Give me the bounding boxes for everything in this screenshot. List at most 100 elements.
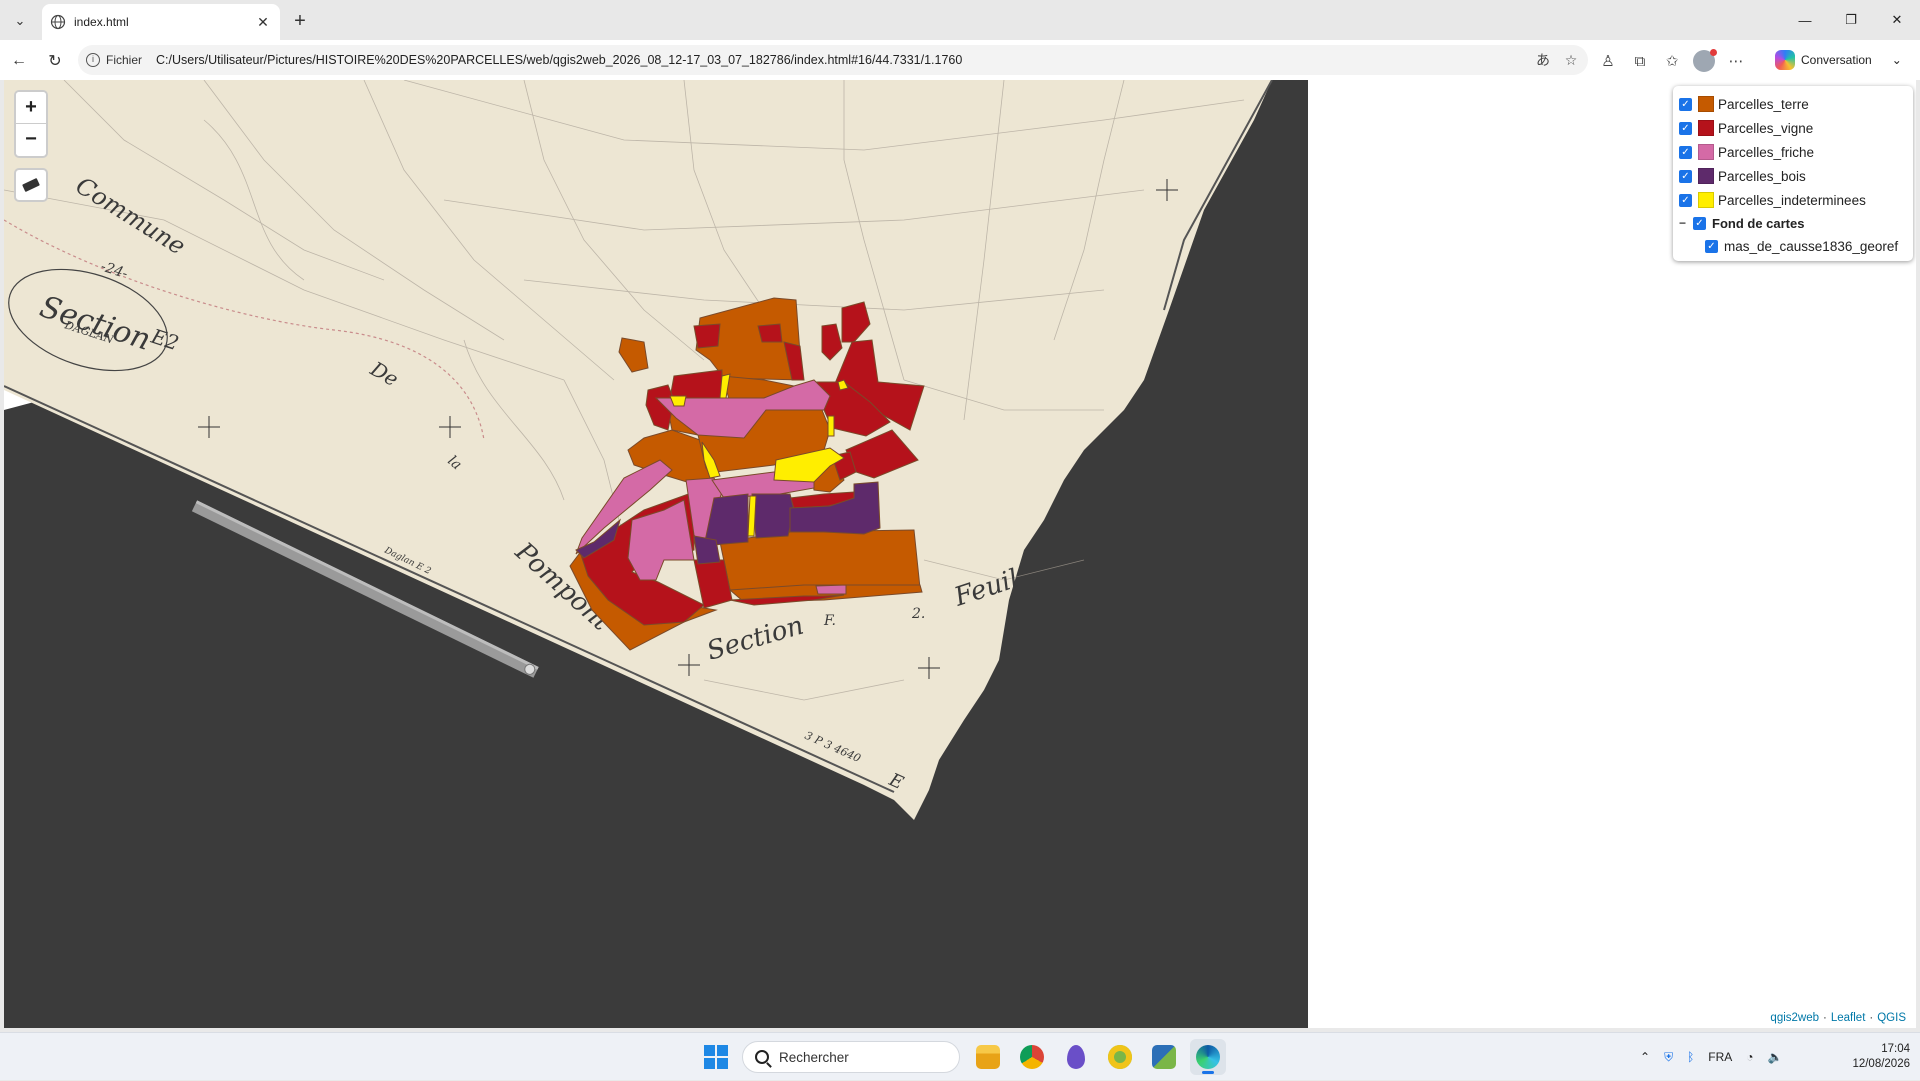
layer-group-row[interactable]: − ✓ Fond de cartes xyxy=(1679,212,1907,234)
parcel-vigne[interactable] xyxy=(693,323,721,349)
translate-icon[interactable]: あ xyxy=(1532,50,1554,70)
zoom-control: + − xyxy=(14,90,48,158)
reload-icon[interactable]: ↻ xyxy=(42,48,68,74)
layer-row[interactable]: ✓ Parcelles_vigne xyxy=(1679,116,1907,140)
copilot-label: Conversation xyxy=(1801,53,1872,67)
parcel-bois[interactable] xyxy=(751,493,795,539)
address-bar[interactable]: i Fichier C:/Users/Utilisateur/Pictures/… xyxy=(78,45,1588,75)
taskbar-search[interactable]: Rechercher xyxy=(742,1041,960,1073)
extension-icon[interactable]: ♙ xyxy=(1595,48,1621,74)
attribution-separator: · xyxy=(1823,1012,1827,1024)
map-attribution: qgis2web · Leaflet · QGIS xyxy=(1764,1010,1912,1028)
collapse-toggle-icon[interactable]: − xyxy=(1679,216,1691,230)
restore-icon[interactable]: ❐ xyxy=(1828,0,1874,40)
layer-name: Parcelles_indeterminees xyxy=(1718,192,1866,208)
chrome-icon xyxy=(1020,1045,1044,1069)
layer-swatch xyxy=(1698,120,1714,136)
layer-swatch xyxy=(1698,192,1714,208)
app-purple[interactable] xyxy=(1058,1039,1094,1075)
close-tab-icon[interactable]: ✕ xyxy=(254,14,272,31)
favorite-star-icon[interactable]: ☆ xyxy=(1560,52,1582,69)
info-icon[interactable]: i xyxy=(86,53,100,67)
layer-checkbox[interactable]: ✓ xyxy=(1679,145,1692,159)
favorites-icon[interactable]: ✩ xyxy=(1659,48,1685,74)
volume-icon[interactable]: 🔈 xyxy=(1768,1050,1783,1064)
zoom-out-button[interactable]: − xyxy=(16,123,46,154)
drop-icon xyxy=(1067,1045,1085,1069)
more-options-icon[interactable]: ⋯ xyxy=(1723,48,1749,74)
avatar xyxy=(1693,49,1717,72)
system-tray: ⌃ ⛨ ᛒ FRA ◔ 🔈 xyxy=(1640,1033,1782,1081)
browser-toolbar-icons: ♙ ⧉ ✩ ⋯ xyxy=(1595,48,1749,74)
search-placeholder: Rechercher xyxy=(779,1049,849,1065)
layer-row[interactable]: ✓ Parcelles_friche xyxy=(1679,140,1907,164)
edge-app[interactable] xyxy=(1190,1039,1226,1075)
layer-name: Parcelles_vigne xyxy=(1718,120,1814,136)
layer-row[interactable]: ✓ Parcelles_indeterminees xyxy=(1679,188,1907,212)
basemap-checkbox[interactable]: ✓ xyxy=(1705,239,1718,253)
security-shield-icon[interactable]: ⛨ xyxy=(1664,1050,1673,1065)
tab-list-chevron-icon[interactable]: ⌄ xyxy=(6,8,34,34)
bluetooth-icon[interactable]: ᛒ xyxy=(1687,1050,1694,1064)
parcel-indet[interactable] xyxy=(747,495,757,537)
label-f-letter: F. xyxy=(823,613,836,629)
taskbar-apps xyxy=(970,1039,1226,1075)
url-text[interactable]: C:/Users/Utilisateur/Pictures/HISTOIRE%2… xyxy=(156,53,1532,67)
chrome-app[interactable] xyxy=(1014,1039,1050,1075)
parcel-indet[interactable] xyxy=(827,415,835,437)
qgis-desktop-icon xyxy=(1152,1045,1176,1069)
edge-icon xyxy=(1196,1045,1220,1069)
zoom-in-button[interactable]: + xyxy=(16,92,46,123)
folder-icon xyxy=(976,1045,1000,1069)
start-windows-icon[interactable] xyxy=(704,1045,728,1069)
layer-checkbox[interactable]: ✓ xyxy=(1679,193,1692,207)
minimize-icon[interactable]: — xyxy=(1782,0,1828,40)
attribution-qgis-link[interactable]: QGIS xyxy=(1877,1012,1906,1026)
measure-button[interactable] xyxy=(14,168,48,202)
layer-name: Parcelles_friche xyxy=(1718,144,1815,160)
layer-checkbox[interactable]: ✓ xyxy=(1679,169,1692,183)
attribution-qgis2web-link[interactable]: qgis2web xyxy=(1770,1012,1819,1026)
leaflet-map[interactable]: Commune -24- Section E2 DAGLAN De la Pom… xyxy=(4,80,1916,1028)
back-arrow-icon[interactable]: ← xyxy=(6,48,32,74)
new-tab-button[interactable]: + xyxy=(288,9,312,33)
layer-name: Parcelles_terre xyxy=(1718,96,1809,112)
layer-swatch xyxy=(1698,144,1714,160)
layer-row[interactable]: ✓ Parcelles_terre xyxy=(1679,92,1907,116)
group-name: Fond de cartes xyxy=(1712,215,1805,231)
layer-checkbox[interactable]: ✓ xyxy=(1679,121,1692,135)
profile-avatar[interactable] xyxy=(1691,48,1717,74)
wifi-icon[interactable]: ◔ xyxy=(1746,1050,1753,1064)
chevron-up-icon[interactable]: ⌃ xyxy=(1640,1050,1650,1064)
map-svg[interactable]: Commune -24- Section E2 DAGLAN De la Pom… xyxy=(4,80,1916,1028)
layer-swatch xyxy=(1698,96,1714,112)
layers-panel: ✓ Parcelles_terre ✓ Parcelles_vigne ✓ Pa… xyxy=(1673,86,1913,261)
address-scheme: Fichier xyxy=(106,53,143,67)
parcel-bois[interactable] xyxy=(693,535,721,565)
label-f-num: 2. xyxy=(911,606,925,622)
group-checkbox[interactable]: ✓ xyxy=(1693,216,1706,230)
language-indicator[interactable]: FRA xyxy=(1708,1050,1732,1064)
taskbar-clock[interactable]: 17:04 12/08/2026 xyxy=(1836,1042,1910,1072)
chevron-down-icon[interactable]: ⌄ xyxy=(1892,53,1902,67)
parcel-vigne[interactable] xyxy=(757,323,783,343)
copilot-conversation-button[interactable]: Conversation ⌄ xyxy=(1775,47,1915,73)
clock-time: 17:04 xyxy=(1881,1043,1910,1055)
close-window-icon[interactable]: ✕ xyxy=(1874,0,1920,40)
basemap-name: mas_de_causse1836_georef xyxy=(1724,238,1899,254)
layer-checkbox[interactable]: ✓ xyxy=(1679,97,1692,111)
layer-row[interactable]: ✓ Parcelles_bois xyxy=(1679,164,1907,188)
qgis-desktop-app[interactable] xyxy=(1146,1039,1182,1075)
basemap-row[interactable]: ✓ mas_de_causse1836_georef xyxy=(1679,234,1907,258)
layer-name: Parcelles_bois xyxy=(1718,168,1806,184)
qgis-app[interactable] xyxy=(1102,1039,1138,1075)
layer-swatch xyxy=(1698,168,1714,184)
extensions-puzzle-icon[interactable]: ⧉ xyxy=(1627,48,1653,74)
attribution-leaflet-link[interactable]: Leaflet xyxy=(1831,1012,1866,1026)
file-explorer-app[interactable] xyxy=(970,1039,1006,1075)
parcel-friche[interactable] xyxy=(815,584,847,595)
parcel-terre[interactable] xyxy=(719,529,921,593)
window-controls: — ❐ ✕ xyxy=(1782,0,1920,40)
browser-tab[interactable]: index.html ✕ xyxy=(42,4,280,40)
taskbar: Rechercher ⌃ ⛨ ᛒ FRA ◔ 🔈 17:04 12/08/202… xyxy=(0,1032,1920,1080)
